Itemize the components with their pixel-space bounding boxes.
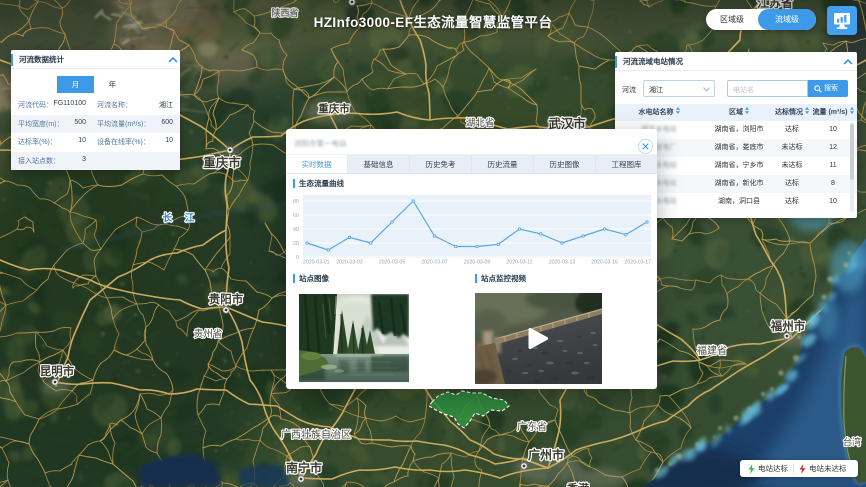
svg-text:广东省: 广东省 (517, 420, 547, 433)
svg-text:福建省: 福建省 (697, 344, 727, 357)
svg-text:台湾: 台湾 (843, 436, 861, 447)
svg-text:长 江: 长 江 (163, 212, 200, 224)
svg-text:昆明市: 昆明市 (40, 364, 75, 378)
svg-text:广州市: 广州市 (528, 447, 564, 462)
svg-text:重庆市: 重庆市 (203, 155, 241, 170)
svg-text:重庆市: 重庆市 (318, 102, 350, 115)
svg-text:福州市: 福州市 (770, 319, 806, 333)
svg-text:贵州省: 贵州省 (194, 328, 223, 340)
svg-text:湖北省: 湖北省 (466, 117, 495, 129)
svg-text:贵阳市: 贵阳市 (209, 292, 244, 306)
svg-text:广西壮族自治区: 广西壮族自治区 (281, 428, 351, 441)
svg-text:南宁市: 南宁市 (286, 460, 322, 475)
